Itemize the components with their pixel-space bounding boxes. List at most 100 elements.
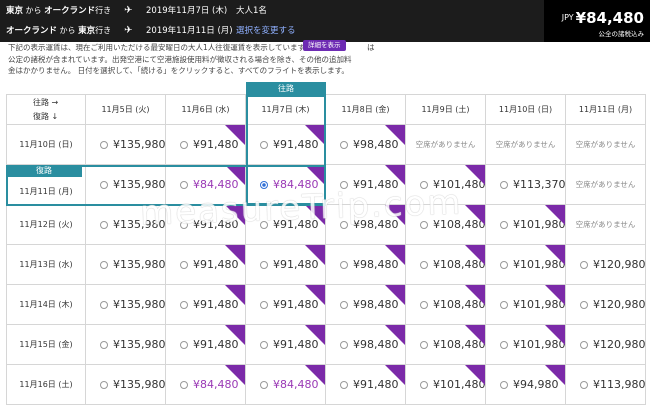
fare-radio[interactable] [340, 380, 348, 389]
fare-cell[interactable]: ¥91,480 [246, 285, 326, 325]
show-details-button[interactable]: 詳細を表示 [303, 40, 346, 51]
fare-radio[interactable] [420, 220, 428, 229]
fare-cell[interactable]: ¥135,980 [86, 365, 166, 405]
fare-radio[interactable] [100, 260, 108, 269]
fare-radio[interactable] [580, 300, 588, 309]
fare-radio[interactable] [500, 220, 508, 229]
fare-cell[interactable]: ¥135,980 [86, 285, 166, 325]
fare-cell[interactable]: ¥91,480 [166, 205, 246, 245]
promo-ribbon [465, 325, 485, 345]
fare-cell[interactable]: ¥120,980 [566, 245, 646, 285]
fare-cell[interactable]: ¥98,480 [326, 245, 406, 285]
fare-cell[interactable]: ¥113,980 [566, 365, 646, 405]
fare-cell[interactable]: ¥101,480 [406, 365, 486, 405]
outbound-date-header: 11月10日 (日) [486, 94, 566, 125]
fare-cell[interactable]: ¥113,370 [486, 165, 566, 205]
fare-cell[interactable]: ¥135,980 [86, 325, 166, 365]
fare-radio[interactable] [340, 260, 348, 269]
fare-radio[interactable] [180, 340, 188, 349]
fare-cell[interactable]: ¥135,980 [86, 205, 166, 245]
return-date-header: 11月12日 (火) [6, 205, 86, 245]
fare-radio[interactable] [260, 180, 268, 189]
fare-cell[interactable]: ¥91,480 [246, 205, 326, 245]
fare-radio[interactable] [340, 220, 348, 229]
fare-radio[interactable] [100, 380, 108, 389]
fare-radio[interactable] [420, 180, 428, 189]
fare-radio[interactable] [420, 340, 428, 349]
fare-cell[interactable]: ¥98,480 [326, 205, 406, 245]
fare-radio[interactable] [260, 380, 268, 389]
fare-radio[interactable] [580, 380, 588, 389]
return-date-header: 11月10日 (日) [6, 125, 86, 165]
fare-radio[interactable] [500, 340, 508, 349]
fare-radio[interactable] [180, 260, 188, 269]
fare-radio[interactable] [260, 340, 268, 349]
fare-cell[interactable]: ¥108,480 [406, 285, 486, 325]
fare-cell[interactable]: ¥120,980 [566, 325, 646, 365]
fare-calendar-grid: 往路 → 復路 ↓ 11月5日 (火) 11月6日 (水) 11月7日 (木) 11月8日… [6, 94, 646, 411]
fare-radio[interactable] [180, 220, 188, 229]
fare-radio[interactable] [340, 140, 348, 149]
fare-radio[interactable] [180, 300, 188, 309]
fare-cell[interactable]: ¥135,980 [86, 125, 166, 165]
promo-ribbon [385, 245, 405, 265]
fare-cell[interactable]: ¥101,980 [486, 285, 566, 325]
fare-cell[interactable]: ¥101,480 [406, 165, 486, 205]
fare-radio[interactable] [420, 260, 428, 269]
fare-cell[interactable]: ¥120,980 [566, 285, 646, 325]
fare-cell[interactable]: ¥91,480 [246, 245, 326, 285]
fare-cell[interactable]: ¥108,480 [406, 245, 486, 285]
fare-radio[interactable] [340, 340, 348, 349]
fare-cell[interactable]: ¥91,480 [326, 365, 406, 405]
fare-cell[interactable]: ¥91,480 [166, 325, 246, 365]
fare-cell[interactable]: ¥98,480 [326, 125, 406, 165]
fare-cell[interactable]: ¥101,980 [486, 325, 566, 365]
fare-radio[interactable] [500, 300, 508, 309]
fare-cell[interactable]: ¥98,480 [326, 325, 406, 365]
fare-radio[interactable] [100, 300, 108, 309]
fare-radio[interactable] [420, 300, 428, 309]
fare-cell[interactable]: ¥91,480 [166, 285, 246, 325]
fare-cell[interactable]: ¥91,480 [166, 245, 246, 285]
fare-cell-unavailable: 空席がありません [486, 125, 566, 165]
fare-radio[interactable] [340, 300, 348, 309]
fare-radio[interactable] [260, 300, 268, 309]
fare-radio[interactable] [500, 260, 508, 269]
fare-radio[interactable] [180, 180, 188, 189]
change-selection-link[interactable]: 選択を変更する [236, 24, 296, 36]
promo-ribbon [465, 165, 485, 185]
fare-radio[interactable] [100, 180, 108, 189]
fare-cell[interactable]: ¥84,480 [166, 165, 246, 205]
fare-cell[interactable]: ¥91,480 [326, 165, 406, 205]
fare-cell[interactable]: ¥84,480 [246, 365, 326, 405]
fare-cell[interactable]: ¥84,480 [166, 365, 246, 405]
fare-radio[interactable] [260, 220, 268, 229]
fare-cell[interactable]: ¥135,980 [86, 165, 166, 205]
fare-cell[interactable]: ¥84,480 [246, 165, 326, 205]
fare-radio[interactable] [500, 180, 508, 189]
fare-cell[interactable]: ¥101,980 [486, 205, 566, 245]
fare-radio[interactable] [100, 340, 108, 349]
fare-radio[interactable] [100, 140, 108, 149]
fare-radio[interactable] [580, 260, 588, 269]
fare-radio[interactable] [500, 380, 508, 389]
fare-cell[interactable]: ¥98,480 [326, 285, 406, 325]
fare-radio[interactable] [180, 140, 188, 149]
fare-radio[interactable] [580, 340, 588, 349]
fare-cell[interactable]: ¥91,480 [246, 325, 326, 365]
fare-cell[interactable]: ¥135,980 [86, 245, 166, 285]
fare-cell[interactable]: ¥91,480 [166, 125, 246, 165]
unavailable-text: 空席がありません [575, 180, 636, 189]
fare-radio[interactable] [100, 220, 108, 229]
fare-radio[interactable] [260, 260, 268, 269]
fare-cell[interactable]: ¥91,480 [246, 125, 326, 165]
promo-ribbon [465, 285, 485, 305]
fare-cell[interactable]: ¥101,980 [486, 245, 566, 285]
fare-radio[interactable] [180, 380, 188, 389]
fare-radio[interactable] [340, 180, 348, 189]
fare-radio[interactable] [260, 140, 268, 149]
fare-cell[interactable]: ¥108,480 [406, 205, 486, 245]
fare-radio[interactable] [420, 380, 428, 389]
fare-cell[interactable]: ¥94,980 [486, 365, 566, 405]
fare-cell[interactable]: ¥108,480 [406, 325, 486, 365]
